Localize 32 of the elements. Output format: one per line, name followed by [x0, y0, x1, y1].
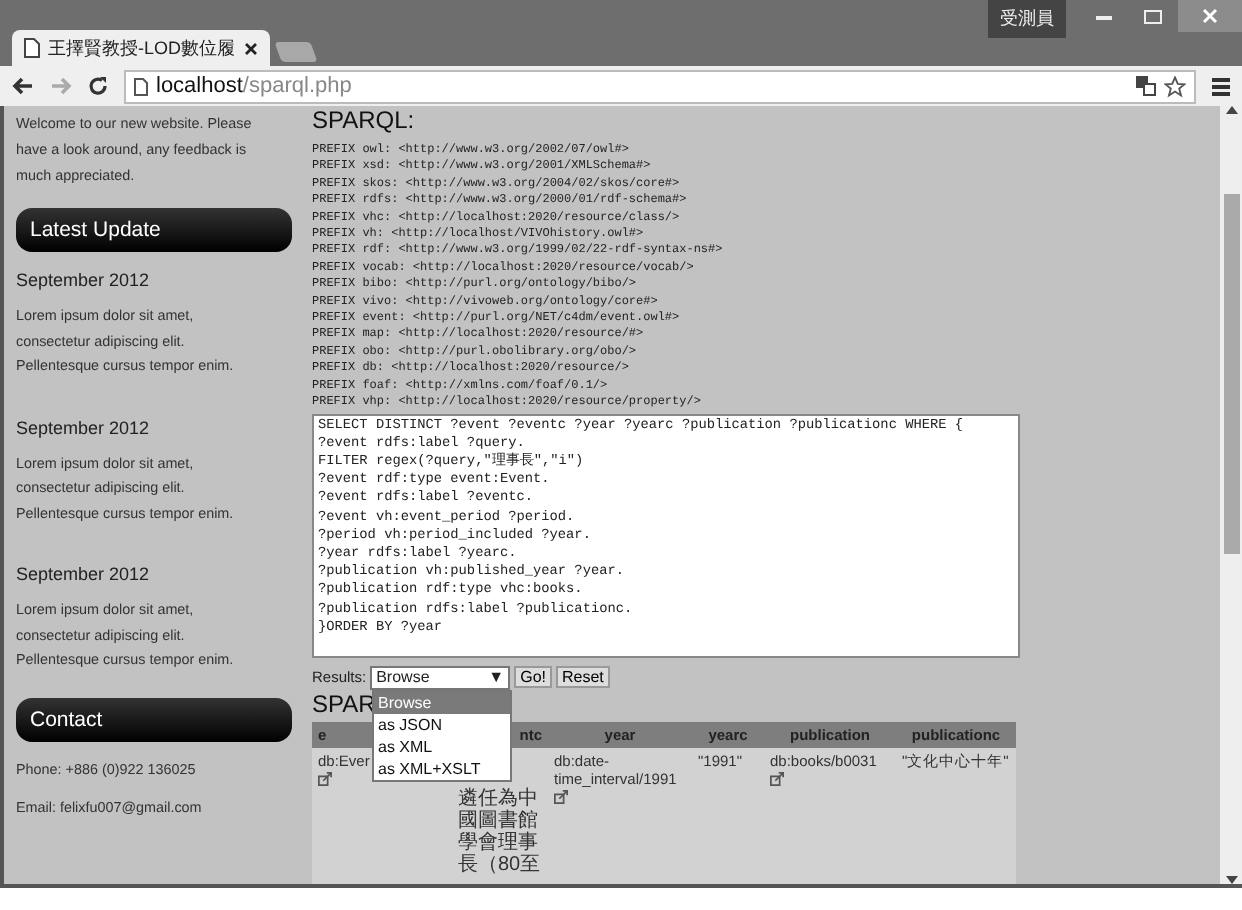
menu-icon[interactable]: [1212, 77, 1230, 95]
translate-icon[interactable]: [1136, 76, 1156, 96]
update-date: September 2012: [16, 268, 152, 292]
dropdown-option[interactable]: as JSON: [374, 713, 510, 735]
reload-icon[interactable]: [88, 76, 108, 96]
form-button[interactable]: Reset: [556, 666, 610, 688]
section-heading: Contact: [16, 697, 292, 741]
external-link-icon[interactable]: [554, 789, 568, 803]
section-heading: SPARQL:: [312, 106, 415, 134]
form-button[interactable]: Go!: [514, 666, 552, 688]
close-icon[interactable]: [243, 41, 258, 55]
browser-tab[interactable]: 王擇賢教授-LOD數位履: [12, 30, 270, 66]
section-heading: Latest Update: [16, 208, 292, 252]
page-icon: [24, 38, 40, 58]
maximize-icon[interactable]: [1143, 9, 1161, 23]
dropdown-option[interactable]: Browse: [374, 691, 510, 713]
external-link-icon[interactable]: [318, 771, 332, 785]
page-icon: [134, 77, 148, 95]
back-icon[interactable]: [12, 76, 34, 96]
star-icon[interactable]: [1164, 75, 1186, 97]
url-text: localhost/sparql.php: [156, 74, 352, 98]
results-heading: SPAR: [312, 689, 376, 717]
minimize-icon[interactable]: [1096, 13, 1112, 19]
user-badge: 受測員: [988, 0, 1066, 38]
update-date: September 2012: [16, 415, 152, 439]
format-select[interactable]: Browse ▼: [370, 665, 511, 689]
tab-title: 王擇賢教授-LOD數位履: [48, 35, 236, 61]
external-link-icon[interactable]: [770, 771, 784, 785]
address-bar[interactable]: localhost/sparql.php: [124, 69, 1196, 103]
update-date: September 2012: [16, 562, 152, 586]
scrollbar-thumb[interactable]: [1223, 194, 1239, 554]
scroll-down-icon[interactable]: [1225, 876, 1237, 884]
